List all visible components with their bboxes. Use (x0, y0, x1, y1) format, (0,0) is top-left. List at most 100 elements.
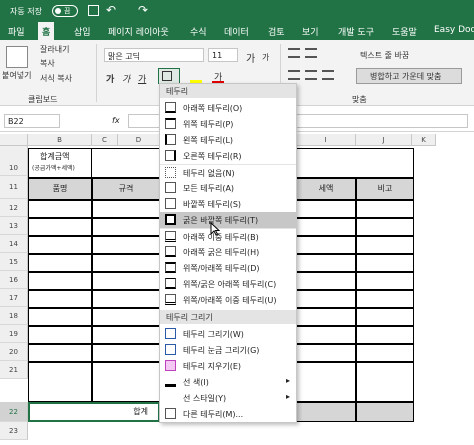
table-cell[interactable] (356, 272, 414, 290)
table-cell[interactable] (28, 218, 92, 236)
copy-button[interactable]: 복사 (40, 58, 55, 69)
tab-easydoc[interactable]: Easy Doc (434, 25, 474, 35)
table-cell[interactable] (28, 344, 92, 362)
table-cell[interactable] (28, 290, 92, 308)
format-painter-button[interactable]: 서식 복사 (40, 73, 72, 84)
paste-button[interactable]: 붙여넣기 (2, 70, 31, 81)
header-note[interactable]: 비고 (356, 178, 414, 200)
col-header[interactable]: J (356, 134, 412, 146)
menu-item-all-borders[interactable]: 모든 테두리(A) (160, 180, 296, 196)
select-all-corner[interactable] (0, 134, 28, 146)
redo-icon[interactable]: ↷ (138, 3, 148, 17)
bold-button[interactable]: 가 (106, 72, 114, 85)
table-cell[interactable] (356, 290, 414, 308)
row-header[interactable]: 17 (0, 289, 28, 307)
row-header[interactable]: 20 (0, 343, 28, 361)
align-middle-icon[interactable] (305, 48, 317, 58)
menu-item-bottom-double-border[interactable]: 아래쪽 이중 테두리(B) (160, 228, 296, 244)
menu-item-outside-borders[interactable]: 바깥쪽 테두리(S) (160, 196, 296, 212)
col-header[interactable]: B (28, 134, 92, 146)
menu-item-draw-border[interactable]: 테두리 그리기(W) (160, 326, 296, 342)
menu-item-top-bottom-border[interactable]: 위쪽/아래쪽 테두리(D) (160, 260, 296, 276)
fx-icon[interactable]: fx (112, 116, 120, 125)
row-header-selected[interactable]: 22 (0, 402, 28, 422)
row-header[interactable]: 19 (0, 325, 28, 343)
tab-developer[interactable]: 개발 도구 (338, 25, 374, 38)
table-cell[interactable] (296, 218, 356, 236)
menu-item-more-borders[interactable]: 다른 테두리(M)... (160, 406, 296, 422)
menu-item-top-border[interactable]: 위쪽 테두리(P) (160, 116, 296, 132)
table-cell[interactable] (28, 362, 92, 402)
table-cell[interactable] (296, 254, 356, 272)
align-left-icon[interactable] (288, 70, 300, 80)
menu-item-left-border[interactable]: 왼쪽 테두리(L) (160, 132, 296, 148)
menu-item-line-style[interactable]: 선 스타일(Y) ▸ (160, 390, 296, 406)
align-center-icon[interactable] (305, 70, 317, 80)
save-icon[interactable] (88, 5, 99, 16)
table-cell[interactable] (92, 236, 160, 254)
tab-data[interactable]: 데이터 (224, 25, 249, 38)
table-cell[interactable] (296, 362, 356, 402)
table-cell[interactable] (356, 308, 414, 326)
font-name-select[interactable]: 맑은 고딕 (104, 48, 204, 62)
tab-formulas[interactable]: 수식 (190, 25, 207, 38)
table-cell[interactable] (92, 326, 160, 344)
italic-button[interactable]: 가 (122, 72, 130, 85)
tab-home[interactable]: 홈 (38, 22, 55, 40)
tab-insert[interactable]: 삽입 (74, 25, 91, 38)
menu-item-top-thick-bottom-border[interactable]: 위쪽/굵은 아래쪽 테두리(C) (160, 276, 296, 292)
col-header[interactable]: D (118, 134, 160, 146)
menu-item-right-border[interactable]: 오른쪽 테두리(R) (160, 148, 296, 164)
row-header[interactable]: 11 (0, 176, 28, 199)
table-cell[interactable] (296, 344, 356, 362)
row-header[interactable]: 13 (0, 217, 28, 235)
menu-item-no-border[interactable]: 테두리 없음(N) (160, 164, 296, 180)
table-cell[interactable] (296, 308, 356, 326)
table-cell[interactable] (92, 290, 160, 308)
table-cell[interactable] (28, 272, 92, 290)
table-cell[interactable] (356, 344, 414, 362)
header-tax[interactable]: 세액 (296, 178, 356, 200)
table-cell[interactable] (92, 308, 160, 326)
undo-icon[interactable]: ↶ (106, 3, 116, 17)
table-cell[interactable] (28, 326, 92, 344)
table-cell[interactable] (92, 344, 160, 362)
menu-item-bottom-border[interactable]: 아래쪽 테두리(O) (160, 100, 296, 116)
total-tax-cell[interactable] (296, 402, 356, 422)
row-header[interactable]: 16 (0, 271, 28, 289)
wrap-text-button[interactable]: 텍스트 줄 바꿈 (360, 50, 409, 61)
menu-item-draw-border-grid[interactable]: 테두리 눈금 그리기(G) (160, 342, 296, 358)
row-header[interactable]: 12 (0, 199, 28, 217)
menu-item-top-double-bottom-border[interactable]: 위쪽/아래쪽 이중 테두리(U) (160, 292, 296, 308)
table-cell[interactable] (28, 236, 92, 254)
tab-file[interactable]: 파일 (8, 25, 25, 38)
table-cell[interactable] (92, 362, 160, 402)
table-cell[interactable] (296, 272, 356, 290)
col-header[interactable]: I (296, 134, 356, 146)
row-header[interactable]: 10 (0, 146, 28, 176)
align-right-icon[interactable] (322, 70, 334, 80)
menu-item-thick-outside-borders[interactable]: 굵은 바깥쪽 테두리(T) (160, 212, 296, 228)
table-cell[interactable] (296, 200, 356, 218)
row-header[interactable]: 15 (0, 253, 28, 271)
menu-item-erase-border[interactable]: 테두리 지우기(E) (160, 358, 296, 374)
table-cell[interactable] (356, 362, 414, 402)
table-cell[interactable] (356, 326, 414, 344)
paste-icon[interactable] (6, 46, 28, 68)
tab-page-layout[interactable]: 페이지 레이아웃 (108, 25, 169, 38)
table-cell[interactable] (356, 236, 414, 254)
underline-button[interactable]: 가 (138, 72, 146, 85)
row-header[interactable]: 23 (0, 422, 28, 440)
row-header[interactable]: 14 (0, 235, 28, 253)
tab-help[interactable]: 도움말 (392, 25, 417, 38)
table-cell[interactable] (296, 290, 356, 308)
total-note-cell[interactable] (356, 402, 414, 422)
row-header[interactable]: 21 (0, 361, 28, 379)
tab-view[interactable]: 보기 (302, 25, 319, 38)
font-grow-button[interactable]: 가 (246, 50, 255, 65)
total-label-cell[interactable]: 합계 (28, 402, 160, 422)
table-cell[interactable] (356, 200, 414, 218)
table-cell[interactable] (356, 218, 414, 236)
cut-button[interactable]: 잘라내기 (40, 44, 69, 55)
header-item-name[interactable]: 품명 (28, 178, 92, 200)
